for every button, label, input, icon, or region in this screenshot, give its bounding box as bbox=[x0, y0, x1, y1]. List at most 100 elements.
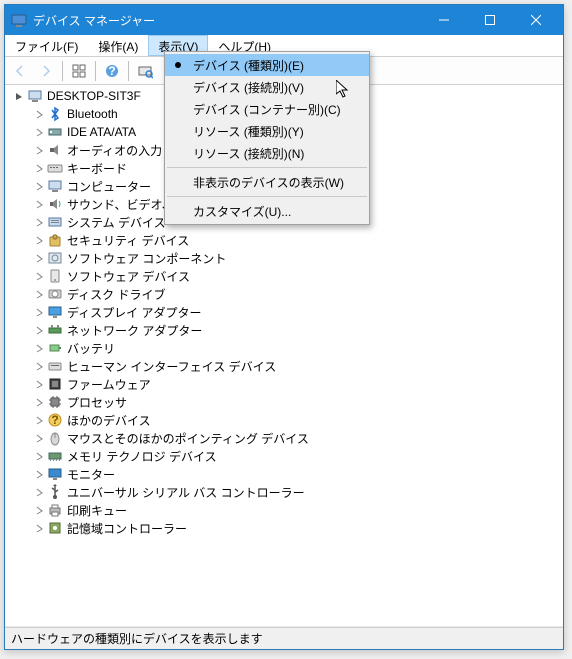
toolbar-back-button[interactable] bbox=[8, 59, 32, 83]
toolbar-show-all-button[interactable] bbox=[67, 59, 91, 83]
firmware-icon bbox=[47, 376, 63, 392]
computer-icon bbox=[47, 178, 63, 194]
tree-item-label: ファームウェア bbox=[67, 376, 151, 393]
bluetooth-icon bbox=[47, 106, 63, 122]
collapse-arrow-icon[interactable] bbox=[33, 468, 45, 480]
collapse-arrow-icon[interactable] bbox=[33, 108, 45, 120]
tree-item-label: ソフトウェア デバイス bbox=[67, 268, 190, 285]
swcomp-icon bbox=[47, 250, 63, 266]
tree-item[interactable]: 印刷キュー bbox=[7, 501, 563, 519]
collapse-arrow-icon[interactable] bbox=[33, 288, 45, 300]
tree-item[interactable]: 記憶域コントローラー bbox=[7, 519, 563, 537]
collapse-arrow-icon[interactable] bbox=[33, 144, 45, 156]
tree-item-label: ディスプレイ アダプター bbox=[67, 304, 202, 321]
tree-item-label: プロセッサ bbox=[67, 394, 127, 411]
tree-item-label: メモリ テクノロジ デバイス bbox=[67, 448, 217, 465]
expand-arrow-icon[interactable] bbox=[13, 90, 25, 102]
hid-icon bbox=[47, 358, 63, 374]
tree-item[interactable]: ファームウェア bbox=[7, 375, 563, 393]
tree-item-label: ソフトウェア コンポーネント bbox=[67, 250, 226, 267]
collapse-arrow-icon[interactable] bbox=[33, 252, 45, 264]
tree-item-label: ヒューマン インターフェイス デバイス bbox=[67, 358, 276, 375]
mouse-icon bbox=[47, 430, 63, 446]
collapse-arrow-icon[interactable] bbox=[33, 270, 45, 282]
minimize-button[interactable] bbox=[421, 5, 467, 35]
tree-item[interactable]: ネットワーク アダプター bbox=[7, 321, 563, 339]
collapse-arrow-icon[interactable] bbox=[33, 342, 45, 354]
menu-item-devices-by-type[interactable]: デバイス (種類別)(E) bbox=[165, 54, 369, 76]
app-icon bbox=[11, 12, 27, 28]
tree-item[interactable]: モニター bbox=[7, 465, 563, 483]
close-button[interactable] bbox=[513, 5, 559, 35]
menu-item-label: リソース (接続別)(N) bbox=[193, 145, 304, 162]
tree-item[interactable]: プロセッサ bbox=[7, 393, 563, 411]
battery-icon bbox=[47, 340, 63, 356]
swdev-icon bbox=[47, 268, 63, 284]
collapse-arrow-icon[interactable] bbox=[33, 126, 45, 138]
tree-item[interactable]: ヒューマン インターフェイス デバイス bbox=[7, 357, 563, 375]
menu-item-label: デバイス (コンテナー別)(C) bbox=[193, 101, 341, 118]
collapse-arrow-icon[interactable] bbox=[33, 414, 45, 426]
tree-item-label: 印刷キュー bbox=[67, 502, 127, 519]
collapse-arrow-icon[interactable] bbox=[33, 180, 45, 192]
keyboard-icon bbox=[47, 160, 63, 176]
collapse-arrow-icon[interactable] bbox=[33, 198, 45, 210]
statusbar: ハードウェアの種類別にデバイスを表示します bbox=[5, 627, 563, 649]
tree-item-label: バッテリ bbox=[67, 340, 115, 357]
usb-icon bbox=[47, 484, 63, 500]
tree-item[interactable]: ユニバーサル シリアル バス コントローラー bbox=[7, 483, 563, 501]
tree-item[interactable]: マウスとそのほかのポインティング デバイス bbox=[7, 429, 563, 447]
toolbar-forward-button[interactable] bbox=[34, 59, 58, 83]
collapse-arrow-icon[interactable] bbox=[33, 216, 45, 228]
collapse-arrow-icon[interactable] bbox=[33, 486, 45, 498]
tree-item[interactable]: ディスク ドライブ bbox=[7, 285, 563, 303]
menu-item-show-hidden[interactable]: 非表示のデバイスの表示(W) bbox=[165, 171, 369, 193]
menu-item-customize[interactable]: カスタマイズ(U)... bbox=[165, 200, 369, 222]
display-icon bbox=[47, 304, 63, 320]
storage-icon bbox=[47, 520, 63, 536]
tree-item[interactable]: セキュリティ デバイス bbox=[7, 231, 563, 249]
tree-item-label: ディスク ドライブ bbox=[67, 286, 166, 303]
toolbar-separator bbox=[95, 61, 96, 81]
collapse-arrow-icon[interactable] bbox=[33, 522, 45, 534]
menu-action[interactable]: 操作(A) bbox=[88, 35, 148, 56]
menu-item-resources-by-type[interactable]: リソース (種類別)(Y) bbox=[165, 120, 369, 142]
collapse-arrow-icon[interactable] bbox=[33, 324, 45, 336]
collapse-arrow-icon[interactable] bbox=[33, 450, 45, 462]
menu-item-devices-by-container[interactable]: デバイス (コンテナー別)(C) bbox=[165, 98, 369, 120]
collapse-arrow-icon[interactable] bbox=[33, 162, 45, 174]
menu-item-label: リソース (種類別)(Y) bbox=[193, 123, 304, 140]
collapse-arrow-icon[interactable] bbox=[33, 360, 45, 372]
tree-item-label: モニター bbox=[67, 466, 115, 483]
tree-root-label: DESKTOP-SIT3F bbox=[47, 89, 141, 103]
tree-item-label: マウスとそのほかのポインティング デバイス bbox=[67, 430, 309, 447]
tree-item-label: 記憶域コントローラー bbox=[67, 520, 187, 537]
svg-text:?: ? bbox=[108, 64, 115, 78]
tree-item[interactable]: メモリ テクノロジ デバイス bbox=[7, 447, 563, 465]
audio-icon bbox=[47, 142, 63, 158]
tree-item[interactable]: ソフトウェア デバイス bbox=[7, 267, 563, 285]
collapse-arrow-icon[interactable] bbox=[33, 234, 45, 246]
titlebar: デバイス マネージャー bbox=[5, 5, 563, 35]
toolbar-help-button[interactable]: ? bbox=[100, 59, 124, 83]
network-icon bbox=[47, 322, 63, 338]
sound-icon bbox=[47, 196, 63, 212]
collapse-arrow-icon[interactable] bbox=[33, 396, 45, 408]
security-icon bbox=[47, 232, 63, 248]
menu-item-devices-by-connection[interactable]: デバイス (接続別)(V) bbox=[165, 76, 369, 98]
collapse-arrow-icon[interactable] bbox=[33, 432, 45, 444]
tree-item[interactable]: ソフトウェア コンポーネント bbox=[7, 249, 563, 267]
collapse-arrow-icon[interactable] bbox=[33, 504, 45, 516]
collapse-arrow-icon[interactable] bbox=[33, 306, 45, 318]
tree-item[interactable]: ?ほかのデバイス bbox=[7, 411, 563, 429]
computer-icon bbox=[27, 88, 43, 104]
menu-item-label: 非表示のデバイスの表示(W) bbox=[193, 174, 344, 191]
maximize-button[interactable] bbox=[467, 5, 513, 35]
toolbar-scan-button[interactable] bbox=[133, 59, 157, 83]
tree-item[interactable]: ディスプレイ アダプター bbox=[7, 303, 563, 321]
tree-item[interactable]: バッテリ bbox=[7, 339, 563, 357]
menu-item-resources-by-connection[interactable]: リソース (接続別)(N) bbox=[165, 142, 369, 164]
window-title: デバイス マネージャー bbox=[33, 12, 421, 29]
collapse-arrow-icon[interactable] bbox=[33, 378, 45, 390]
menu-file[interactable]: ファイル(F) bbox=[5, 35, 88, 56]
